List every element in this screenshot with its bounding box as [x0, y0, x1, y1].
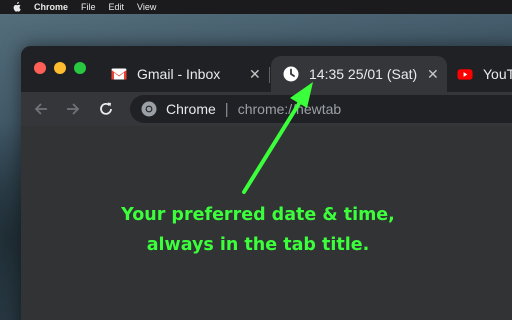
annotation-caption: Your preferred date & time, always in th… — [78, 200, 438, 260]
annotation-line-2: always in the tab title. — [146, 235, 370, 255]
window-controls — [34, 62, 86, 74]
tab-divider — [269, 67, 270, 83]
browser-window: Gmail - Inbox ✕ 14:35 25/01 (Sat) ✕ YouT — [21, 46, 512, 320]
back-button[interactable] — [32, 100, 50, 118]
menu-edit[interactable]: Edit — [109, 2, 125, 12]
clock-icon — [283, 66, 299, 82]
menu-view[interactable]: View — [137, 2, 156, 12]
close-icon[interactable]: ✕ — [427, 66, 439, 83]
url-text: chrome://newtab — [237, 101, 342, 117]
annotation-line-1: Your preferred date & time, — [121, 205, 395, 225]
minimize-window-button[interactable] — [54, 62, 66, 74]
gmail-icon — [111, 66, 127, 82]
tab-strip: Gmail - Inbox ✕ 14:35 25/01 (Sat) ✕ YouT — [21, 46, 512, 92]
address-bar[interactable]: Chrome | chrome://newtab — [130, 95, 512, 123]
tab-date-time[interactable]: 14:35 25/01 (Sat) ✕ — [271, 56, 447, 92]
forward-button[interactable] — [64, 100, 82, 118]
tab-youtube[interactable]: YouT — [457, 56, 512, 92]
close-icon[interactable]: ✕ — [249, 66, 261, 83]
arrow-right-icon — [67, 103, 80, 115]
arrow-left-icon — [34, 103, 47, 115]
site-name: Chrome — [166, 101, 216, 117]
omnibox-divider: | — [224, 100, 229, 118]
youtube-icon — [457, 66, 473, 82]
tab-gmail[interactable]: Gmail - Inbox ✕ — [91, 56, 269, 92]
reload-icon — [100, 102, 112, 115]
menu-app-name[interactable]: Chrome — [34, 2, 68, 12]
apple-icon[interactable] — [12, 2, 21, 12]
tab-title: 14:35 25/01 (Sat) — [309, 66, 418, 82]
reload-button[interactable] — [97, 100, 115, 118]
chrome-icon — [141, 101, 157, 117]
tab-title: YouT — [483, 66, 512, 82]
tab-title: Gmail - Inbox — [137, 66, 221, 82]
close-window-button[interactable] — [34, 62, 46, 74]
menu-file[interactable]: File — [81, 2, 96, 12]
browser-toolbar: Chrome | chrome://newtab — [21, 92, 512, 126]
macos-menu-bar: Chrome File Edit View — [0, 0, 512, 14]
zoom-window-button[interactable] — [74, 62, 86, 74]
